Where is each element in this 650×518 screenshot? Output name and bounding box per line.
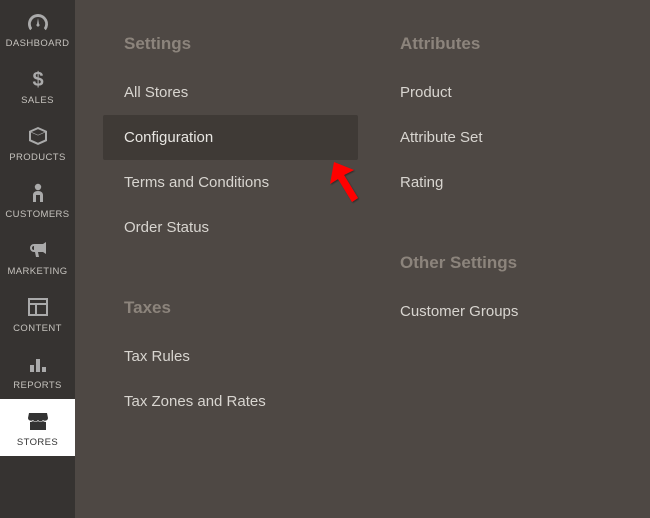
section-header-attributes: Attributes (379, 34, 619, 54)
nav-item-marketing[interactable]: MARKETING (0, 228, 75, 285)
nav-label: STORES (17, 437, 58, 448)
section-header-taxes: Taxes (103, 298, 358, 318)
person-icon (24, 181, 52, 205)
box-icon (24, 124, 52, 148)
nav-item-content[interactable]: CONTENT (0, 285, 75, 342)
nav-label: CUSTOMERS (5, 209, 69, 220)
menu-item-product[interactable]: Product (379, 70, 619, 115)
admin-nav-sidebar: DASHBOARD $ SALES PRODUCTS CUSTOMERS MAR… (0, 0, 75, 518)
nav-label: REPORTS (13, 380, 62, 391)
nav-label: PRODUCTS (9, 152, 66, 163)
layout-icon (24, 295, 52, 319)
nav-label: DASHBOARD (6, 38, 70, 49)
section-header-other-settings: Other Settings (379, 253, 619, 273)
menu-item-tax-zones-and-rates[interactable]: Tax Zones and Rates (103, 379, 358, 424)
section-header-settings: Settings (103, 34, 358, 54)
svg-text:$: $ (32, 69, 43, 90)
nav-label: MARKETING (7, 266, 67, 277)
menu-item-rating[interactable]: Rating (379, 160, 619, 205)
menu-item-attribute-set[interactable]: Attribute Set (379, 115, 619, 160)
gauge-icon (24, 10, 52, 34)
nav-item-products[interactable]: PRODUCTS (0, 114, 75, 171)
menu-item-terms-and-conditions[interactable]: Terms and Conditions (103, 160, 358, 205)
menu-item-all-stores[interactable]: All Stores (103, 70, 358, 115)
nav-item-stores[interactable]: STORES (0, 399, 75, 456)
nav-item-reports[interactable]: REPORTS (0, 342, 75, 399)
menu-item-tax-rules[interactable]: Tax Rules (103, 334, 358, 379)
megaphone-icon (24, 238, 52, 262)
nav-label: SALES (21, 95, 54, 106)
stores-flyout-panel: Settings All Stores Configuration Terms … (75, 0, 650, 518)
menu-item-customer-groups[interactable]: Customer Groups (379, 289, 619, 334)
store-icon (24, 409, 52, 433)
nav-label: CONTENT (13, 323, 62, 334)
dollar-icon: $ (24, 67, 52, 91)
nav-item-customers[interactable]: CUSTOMERS (0, 171, 75, 228)
menu-item-configuration[interactable]: Configuration (103, 115, 358, 160)
nav-item-sales[interactable]: $ SALES (0, 57, 75, 114)
menu-item-order-status[interactable]: Order Status (103, 205, 358, 250)
bar-chart-icon (24, 352, 52, 376)
nav-item-dashboard[interactable]: DASHBOARD (0, 0, 75, 57)
